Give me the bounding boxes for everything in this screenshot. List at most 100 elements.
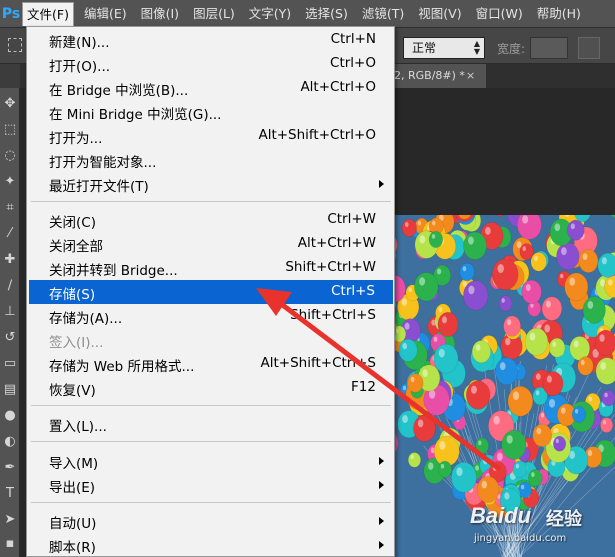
menu-layer[interactable]: 图层(L) [189,2,239,26]
menu-item-label: 存储(S) [49,287,96,303]
menu-item-label: 存储为(A)... [49,311,123,327]
submenu-arrow-icon [379,180,384,188]
menu-item-shortcut: Ctrl+S [331,283,375,299]
menu-item-browse-mini-bridge[interactable]: 在 Mini Bridge 中浏览(G)... [27,100,394,124]
baidu-watermark: Baidu 经验 jingyan.baidu.com [468,503,613,553]
menu-item-save[interactable]: 存储(S) Ctrl+S [29,280,393,304]
menu-item-shortcut: Ctrl+O [330,55,376,71]
menu-item-scripts[interactable]: 脚本(R) [27,533,394,556]
menu-item-shortcut: Shift+Ctrl+S [290,307,376,323]
menu-item-shortcut: Shift+Ctrl+W [285,259,376,275]
select-arrows-icon: ▲ ▼ [473,39,480,56]
marquee-tool-icon[interactable] [8,38,22,52]
menu-item-label: 在 Mini Bridge 中浏览(G)... [49,107,222,123]
tools-panel: ✥ ⬚ ◌ ✦ ⌗ ⁄ ✚ ∕ ⊥ ↺ ▭ ▤ ● ◐ ✒ T ➤ ▪ [0,88,20,557]
menu-type[interactable]: 文字(Y) [245,2,295,26]
crop-icon[interactable]: ⌗ [2,200,18,216]
path-selection-icon[interactable]: ➤ [2,512,18,528]
menu-bar: Ps 文件(F) 编辑(E) 图像(I) 图层(L) 文字(Y) 选择(S) 滤… [0,0,615,28]
blend-mode-select[interactable]: 正常 ▲ ▼ [403,37,485,59]
menu-item-label: 新建(N)... [49,35,110,51]
menu-item-shortcut: F12 [351,379,376,395]
menu-item-close-all[interactable]: 关闭全部 Alt+Ctrl+W [27,232,394,256]
pen-icon[interactable]: ✒ [2,460,18,476]
watermark-url: jingyan.baidu.com [474,533,567,544]
menu-item-shortcut: Alt+Ctrl+O [300,79,376,95]
text-tool-icon[interactable]: T [2,486,18,502]
menu-help[interactable]: 帮助(H) [533,2,585,26]
menu-item-browse-bridge[interactable]: 在 Bridge 中浏览(B)... Alt+Ctrl+O [27,76,394,100]
menu-item-shortcut: Alt+Shift+Ctrl+O [258,127,376,143]
menu-item-new[interactable]: 新建(N)... Ctrl+N [27,28,394,52]
menu-item-label: 恢复(V) [49,383,96,399]
menu-file[interactable]: 文件(F) [22,1,74,26]
submenu-arrow-icon [379,517,384,525]
blur-icon[interactable]: ● [2,408,18,424]
menu-item-label: 导入(M) [49,456,99,472]
photoshop-logo: Ps [1,5,21,22]
menu-item-label: 存储为 Web 所用格式... [49,359,195,375]
menu-item-recent-files[interactable]: 最近打开文件(T) [27,172,394,196]
menu-item-label: 关闭并转到 Bridge... [49,263,178,279]
eyedropper-icon[interactable]: ⁄ [2,226,18,242]
menu-view[interactable]: 视图(V) [414,2,465,26]
menu-item-label: 置入(L)... [49,419,107,435]
menu-item-close-go-bridge[interactable]: 关闭并转到 Bridge... Shift+Ctrl+W [27,256,394,280]
menu-separator [31,441,391,442]
watermark-suffix: 经验 [546,509,582,530]
menu-item-shortcut: Alt+Ctrl+W [297,235,376,251]
menu-item-close[interactable]: 关闭(C) Ctrl+W [27,208,394,232]
menu-item-export[interactable]: 导出(E) [27,473,394,497]
watermark-brand: Baidu [470,503,532,528]
move-tool-icon[interactable]: ✥ [2,96,18,112]
menu-item-label: 最近打开文件(T) [49,179,149,195]
menu-separator [31,201,391,202]
gradient-icon[interactable]: ▤ [2,382,18,398]
shape-tool-icon[interactable]: ▪ [2,536,18,552]
refine-edge-icon[interactable] [578,37,600,59]
dodge-icon[interactable]: ◐ [2,434,18,450]
menu-item-label: 自动(U) [49,516,97,532]
close-tab-icon[interactable]: × [466,64,475,88]
menu-edit[interactable]: 编辑(E) [80,2,131,26]
menu-window[interactable]: 窗口(W) [472,2,527,26]
menu-item-shortcut: Ctrl+N [330,31,376,47]
submenu-arrow-icon [379,457,384,465]
menu-item-save-for-web[interactable]: 存储为 Web 所用格式... Alt+Shift+Ctrl+S [27,352,394,376]
submenu-arrow-icon [379,481,384,489]
menu-item-label: 导出(E) [49,480,96,496]
eraser-icon[interactable]: ▭ [2,356,18,372]
menu-item-import[interactable]: 导入(M) [27,449,394,473]
menu-item-revert[interactable]: 恢复(V) F12 [27,376,394,400]
menu-select[interactable]: 选择(S) [301,2,352,26]
menu-item-open-smart-object[interactable]: 打开为智能对象... [27,148,394,172]
width-input[interactable] [530,37,568,59]
clone-stamp-icon[interactable]: ⊥ [2,304,18,320]
menu-item-save-as[interactable]: 存储为(A)... Shift+Ctrl+S [27,304,394,328]
brush-icon[interactable]: ∕ [2,278,18,294]
menu-item-label: 关闭全部 [49,239,103,255]
healing-brush-icon[interactable]: ✚ [2,252,18,268]
menu-image[interactable]: 图像(I) [137,2,183,26]
menu-separator [31,405,391,406]
width-label: 宽度: [497,42,526,56]
menu-item-place[interactable]: 置入(L)... [27,412,394,436]
menu-item-open[interactable]: 打开(O)... Ctrl+O [27,52,394,76]
menu-item-label: 关闭(C) [49,215,96,231]
menu-item-label: 打开为... [49,131,103,147]
menu-filter[interactable]: 滤镜(T) [358,2,408,26]
marquee-icon[interactable]: ⬚ [2,122,18,138]
lasso-icon[interactable]: ◌ [2,148,18,164]
menu-item-shortcut: Alt+Shift+Ctrl+S [260,355,377,371]
history-brush-icon[interactable]: ↺ [2,330,18,346]
magic-wand-icon[interactable]: ✦ [2,174,18,190]
file-menu-dropdown: 新建(N)... Ctrl+N 打开(O)... Ctrl+O 在 Bridge… [26,26,395,557]
menu-item-label: 签入(I)... [49,335,104,351]
menu-item-automate[interactable]: 自动(U) [27,509,394,533]
menu-item-label: 在 Bridge 中浏览(B)... [49,83,189,99]
menu-item-label: 打开为智能对象... [49,155,157,171]
menu-separator [31,502,391,503]
blend-mode-value: 正常 [412,41,437,55]
menu-item-check-in: 签入(I)... [27,328,394,352]
menu-item-open-as[interactable]: 打开为... Alt+Shift+Ctrl+O [27,124,394,148]
